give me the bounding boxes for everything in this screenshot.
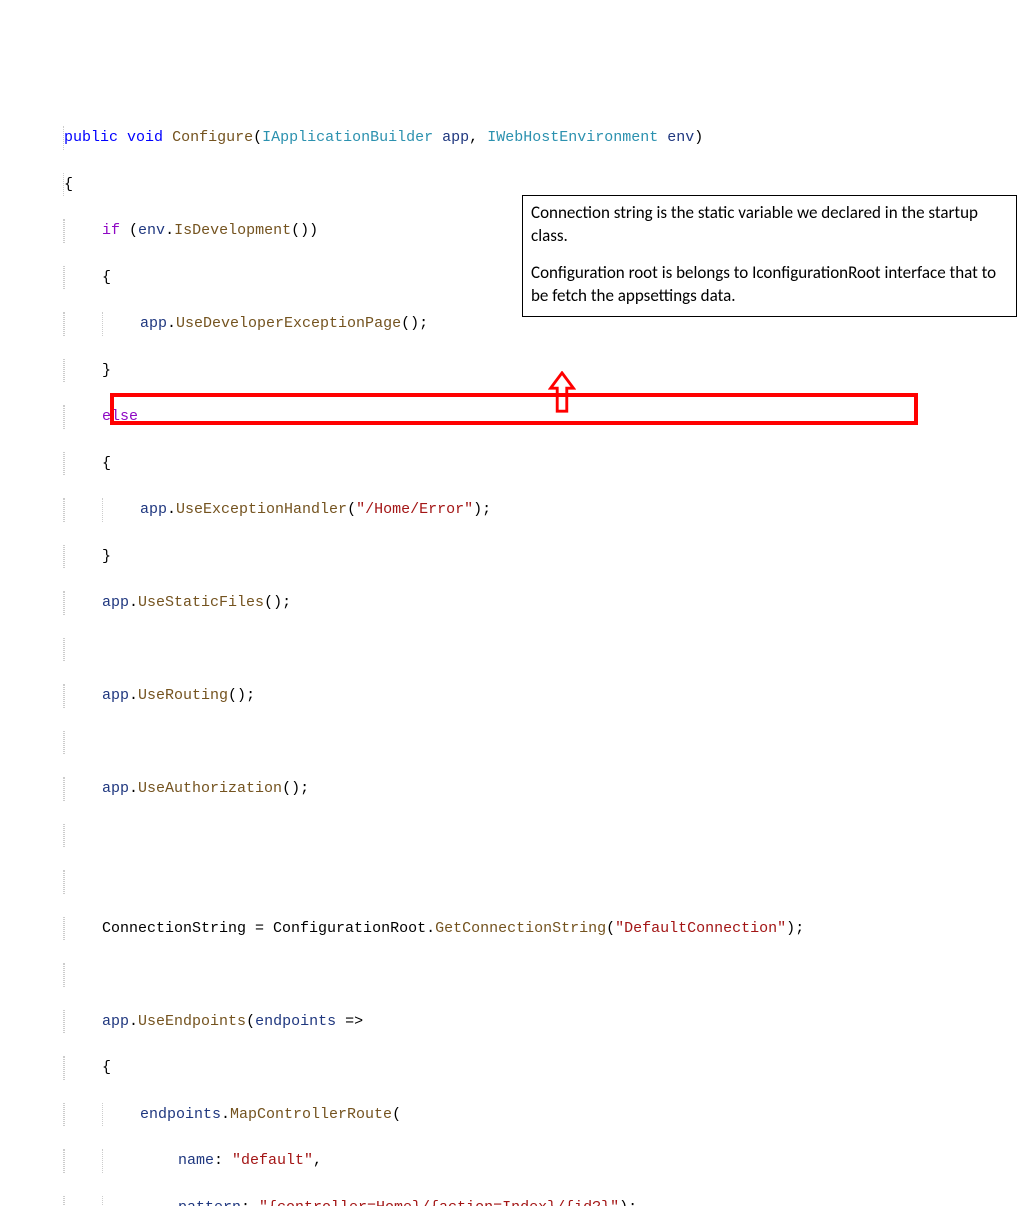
annotation-callout: Connection string is the static variable… [522,195,1017,317]
code-line-useendpoints: app.UseEndpoints(endpoints => [0,1010,1024,1033]
code-line-brace: { [0,173,1024,196]
code-line-connstring: ConnectionString = ConfigurationRoot.Get… [0,917,1024,940]
code-line-useauth: app.UseAuthorization(); [0,777,1024,800]
code-line-blank [0,870,1024,893]
annotation-paragraph-1: Connection string is the static variable… [531,202,1008,248]
code-line-useexc: app.UseExceptionHandler("/Home/Error"); [0,498,1024,521]
code-line-brace: } [0,359,1024,382]
code-line-brace: { [0,452,1024,475]
code-line-blank [0,963,1024,986]
code-line-blank [0,824,1024,847]
code-line-brace: { [0,1056,1024,1079]
code-line-userouting: app.UseRouting(); [0,684,1024,707]
code-line-name: name: "default", [0,1149,1024,1172]
code-line-blank [0,731,1024,754]
code-line-mapctrl: endpoints.MapControllerRoute( [0,1103,1024,1126]
arrow-up-icon [530,348,576,424]
code-line-brace: } [0,545,1024,568]
code-line-blank [0,638,1024,661]
annotation-paragraph-2: Configuration root is belongs to Iconfig… [531,262,1008,308]
code-line-else: else [0,405,1024,428]
code-line-signature: public void Configure(IApplicationBuilde… [0,126,1024,149]
code-line-pattern: pattern: "{controller=Home}/{action=Inde… [0,1196,1024,1206]
